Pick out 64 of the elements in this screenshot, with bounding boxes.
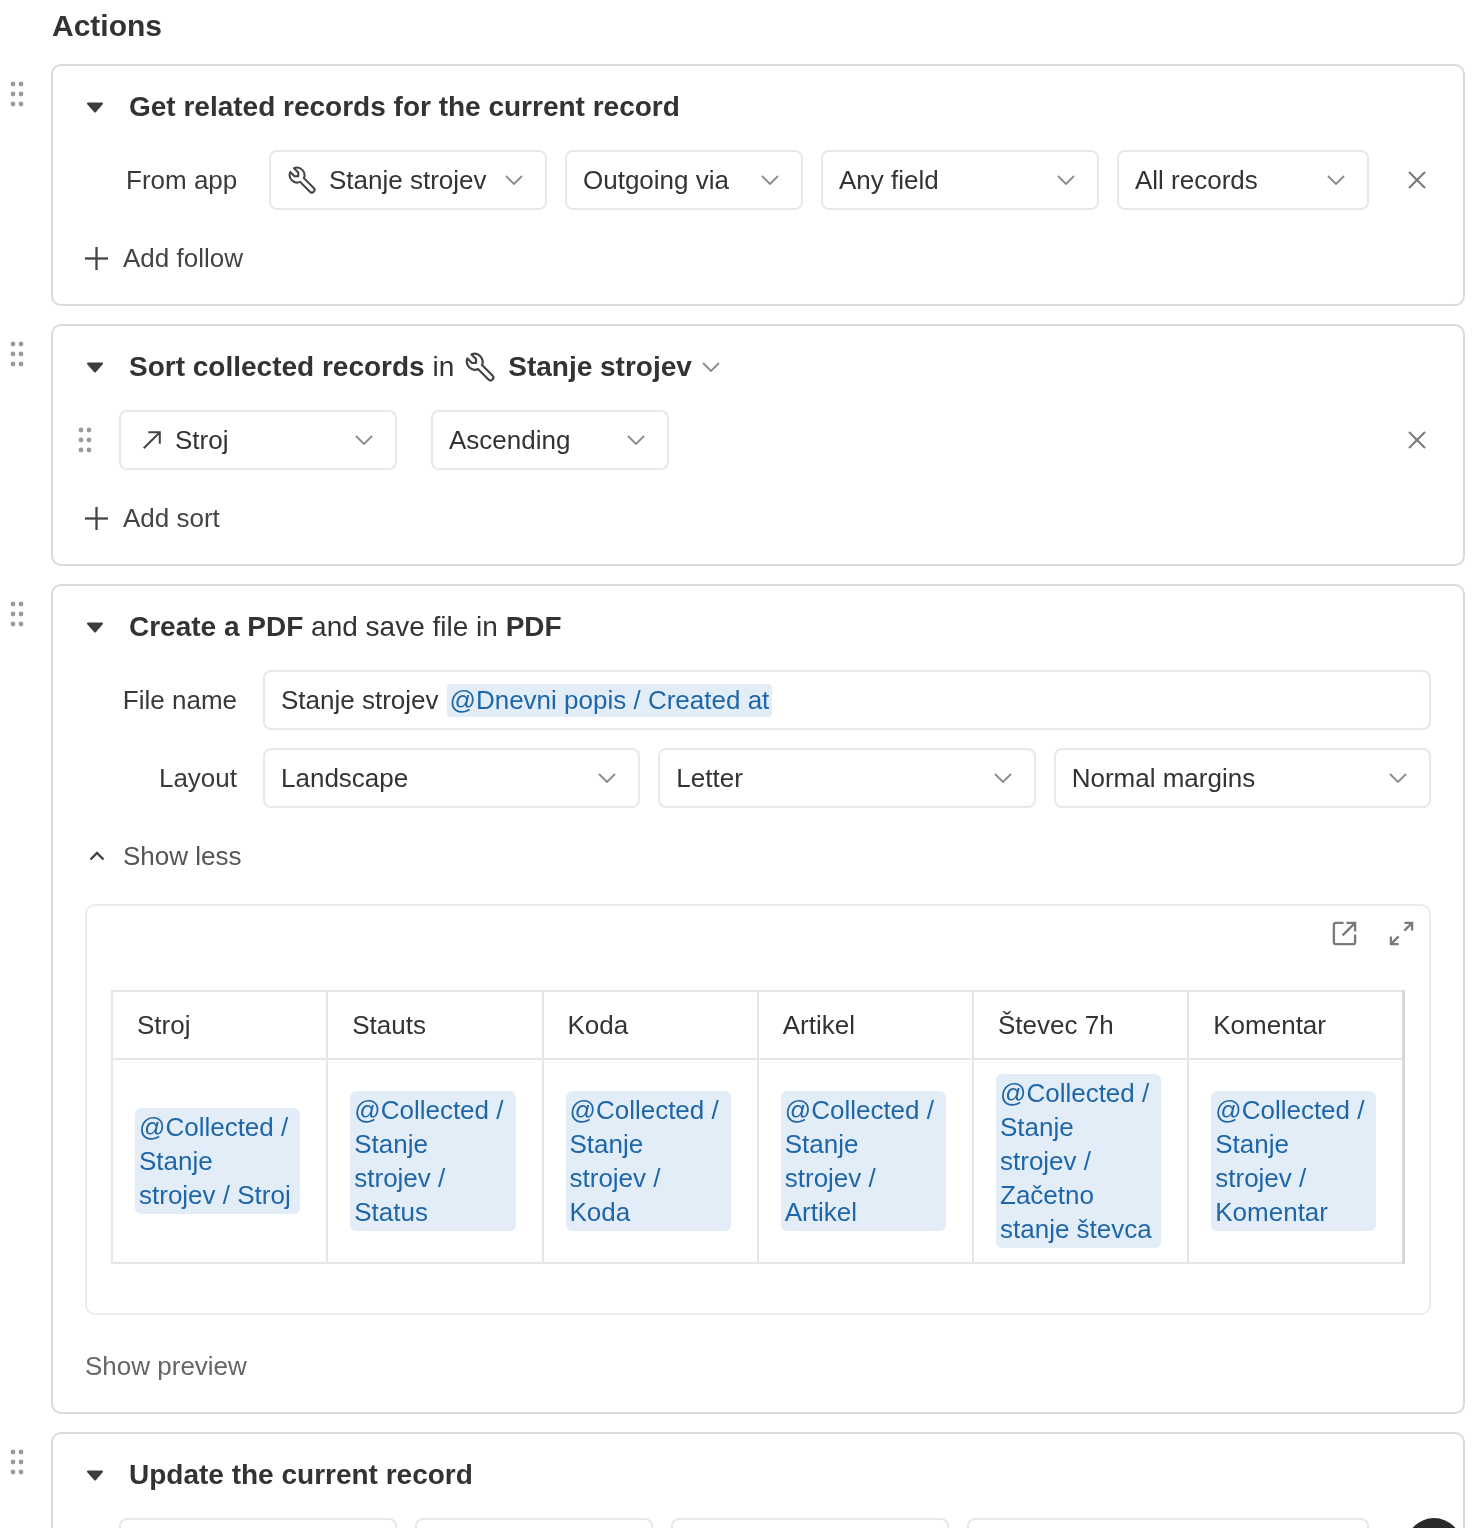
chevron-down-icon: [993, 773, 1012, 783]
dropdown[interactable]: Ascending: [431, 410, 669, 470]
section-heading: Actions: [52, 8, 162, 44]
drag-handle-icon[interactable]: [78, 427, 92, 453]
mention-token: @Collected / Stanje strojev / Komentar: [1211, 1091, 1376, 1231]
chevron-down-icon: [1057, 175, 1075, 185]
field-label: From app: [126, 165, 238, 195]
wrench-icon: [464, 351, 497, 383]
arrow-up-right-icon: [141, 429, 163, 451]
mention-token: @Collected / Stanje strojev / Stroj: [135, 1108, 301, 1214]
caret-icon[interactable]: [86, 1469, 104, 1481]
drag-handle-icon[interactable]: [10, 341, 24, 367]
add-button[interactable]: Add follow: [84, 242, 243, 274]
chevron-down-icon: [505, 175, 523, 185]
dropdown[interactable]: Normal margins: [1053, 748, 1431, 808]
card-title: Create a PDF and save file in PDF: [129, 610, 562, 644]
wrench-icon: [287, 165, 317, 195]
field-label: Layout: [158, 763, 237, 793]
show-preview-button[interactable]: Show preview: [85, 1350, 247, 1382]
drag-handle-icon[interactable]: [10, 601, 24, 627]
chevron-down-icon: [355, 435, 373, 445]
column-header: Koda: [542, 991, 758, 1059]
caret-icon[interactable]: [86, 621, 104, 633]
drag-handle-icon[interactable]: [10, 81, 24, 107]
app-picker-button[interactable]: Stanje strojev: [464, 350, 720, 384]
chevron-down-icon: [701, 362, 720, 372]
mention-token: @Collected / Stanje strojev / Začetno stanje števca: [996, 1074, 1162, 1248]
chevron-down-icon: [761, 175, 779, 185]
file-name-field[interactable]: Stanje strojev @Dnevni popis / Created at: [263, 670, 1431, 730]
dropdown[interactable]: Outgoing via: [565, 150, 803, 210]
mention-token: @Collected / Stanje strojev / Artikel: [780, 1091, 946, 1231]
dropdown[interactable]: Any field: [821, 150, 1099, 210]
column-header: Stroj: [112, 991, 328, 1059]
dropdown[interactable]: Landscape: [263, 748, 641, 808]
add-button[interactable]: Add sort: [84, 502, 220, 534]
chevron-down-icon: [1327, 175, 1345, 185]
field-label: File name: [122, 685, 237, 715]
chevron-down-icon: [598, 773, 617, 783]
column-header: Števec 7h: [973, 991, 1189, 1059]
plus-icon: [84, 245, 109, 271]
mention-token: @Collected / Stanje strojev / Koda: [565, 1091, 731, 1231]
column-header: Artikel: [757, 991, 973, 1059]
card-title: Get related records for the current record: [129, 90, 680, 124]
caret-icon[interactable]: [86, 361, 104, 373]
close-icon[interactable]: [1407, 170, 1427, 190]
chevron-down-icon: [1389, 773, 1407, 783]
dropdown[interactable]: All records: [1117, 150, 1369, 210]
card-title: Update the current record: [129, 1458, 473, 1492]
expand-icon[interactable]: [1388, 919, 1415, 947]
column-header: Komentar: [1188, 991, 1404, 1059]
caret-icon[interactable]: [86, 101, 104, 113]
close-icon[interactable]: [1407, 430, 1427, 450]
mention-token: @Dnevni popis / Created at: [446, 683, 773, 717]
card-title: Sort collected records in: [129, 350, 455, 384]
open-external-icon[interactable]: [1331, 919, 1358, 947]
mention-token: @Collected / Stanje strojev / Status: [350, 1091, 516, 1231]
column-header: Stauts: [327, 991, 543, 1059]
plus-icon: [84, 505, 109, 531]
dropdown[interactable]: Letter: [658, 748, 1036, 808]
chevron-down-icon: [627, 435, 645, 445]
dropdown[interactable]: Stanje strojev: [269, 150, 547, 210]
show-less-button[interactable]: Show less: [89, 840, 242, 872]
drag-handle-icon[interactable]: [10, 1449, 24, 1475]
dropdown[interactable]: Stroj: [119, 410, 397, 470]
